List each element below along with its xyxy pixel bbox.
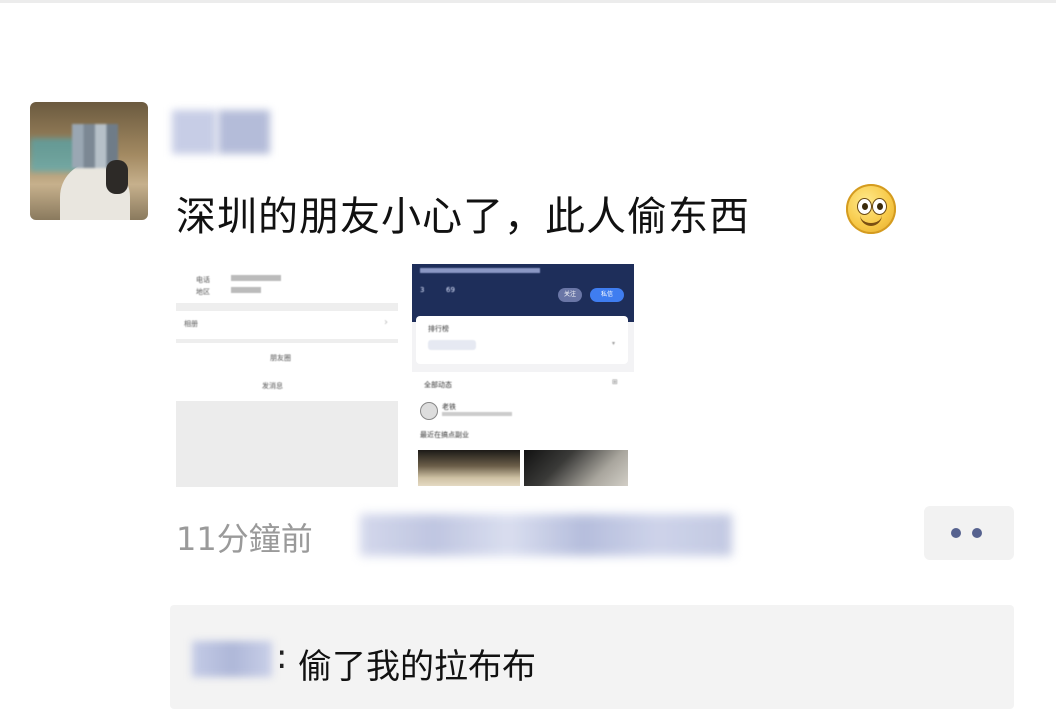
shot2-post-line: 最近在搞点副业	[420, 431, 469, 439]
post-time: 11分鐘前	[176, 520, 313, 558]
shot1-separator	[176, 303, 398, 311]
username-blur-block	[218, 110, 270, 154]
smiley-icon	[846, 184, 896, 234]
more-dot	[972, 528, 982, 538]
shot2-tag	[428, 340, 476, 350]
shot2-photo	[418, 450, 520, 486]
shot2-stat-2: 69	[446, 286, 455, 294]
chevron-down-icon: ▾	[612, 340, 616, 347]
username-blurred[interactable]	[172, 110, 270, 154]
avatar-arm	[106, 160, 128, 194]
shot2-card-title: 排行榜	[428, 325, 449, 333]
shot1-separator	[176, 339, 398, 343]
username-blur-block	[172, 110, 216, 154]
shot2-follow-button: 关注	[558, 288, 582, 302]
shot1-row3: 发消息	[262, 382, 283, 390]
more-button[interactable]	[924, 506, 1014, 560]
shot2-message-button: 私信	[590, 288, 624, 302]
shot2-user-avatar	[420, 402, 438, 420]
shot2-header: 3 69 关注 私信	[412, 264, 634, 322]
comment-box: : 偷了我的拉布布	[170, 605, 1014, 709]
shot2-user-name: 老铁	[442, 403, 456, 411]
shot2-status-bar	[420, 268, 540, 273]
shot1-row2: 朋友圈	[270, 354, 291, 362]
grid-icon: ⊞	[612, 378, 618, 386]
shot2-card: 排行榜 ▾	[416, 316, 628, 364]
location-blurred[interactable]	[360, 514, 732, 556]
avatar[interactable]	[30, 102, 148, 220]
shot1-empty-area	[176, 401, 398, 487]
shot1-line-b: 地区	[196, 288, 210, 296]
top-divider	[0, 0, 1056, 3]
attached-image-2[interactable]: 3 69 关注 私信 排行榜 ▾ 全部动态 ⊞ 老铁 最近在搞点副业	[412, 264, 634, 486]
post-text: 深圳的朋友小心了，此人偷东西	[176, 194, 750, 240]
shot2-stat-1: 3	[420, 286, 425, 294]
shot2-user-meta	[442, 412, 512, 416]
comment-separator: :	[276, 637, 288, 677]
shot1-row1: 相册	[184, 320, 198, 328]
shot2-section-title: 全部动态	[424, 381, 452, 389]
shot1-line-a: 电话	[196, 276, 210, 284]
shot1-value-a	[231, 275, 281, 281]
commenter-name-blurred[interactable]	[192, 641, 272, 677]
attached-image-1[interactable]: 电话 地区 相册 › 朋友圈 发消息	[176, 263, 398, 487]
more-dot	[951, 528, 961, 538]
emoji-mouth	[860, 212, 882, 226]
shot1-value-b	[231, 287, 261, 293]
shot2-photo	[524, 450, 628, 486]
chevron-right-icon: ›	[384, 317, 388, 328]
comment-text: 偷了我的拉布布	[298, 647, 536, 687]
